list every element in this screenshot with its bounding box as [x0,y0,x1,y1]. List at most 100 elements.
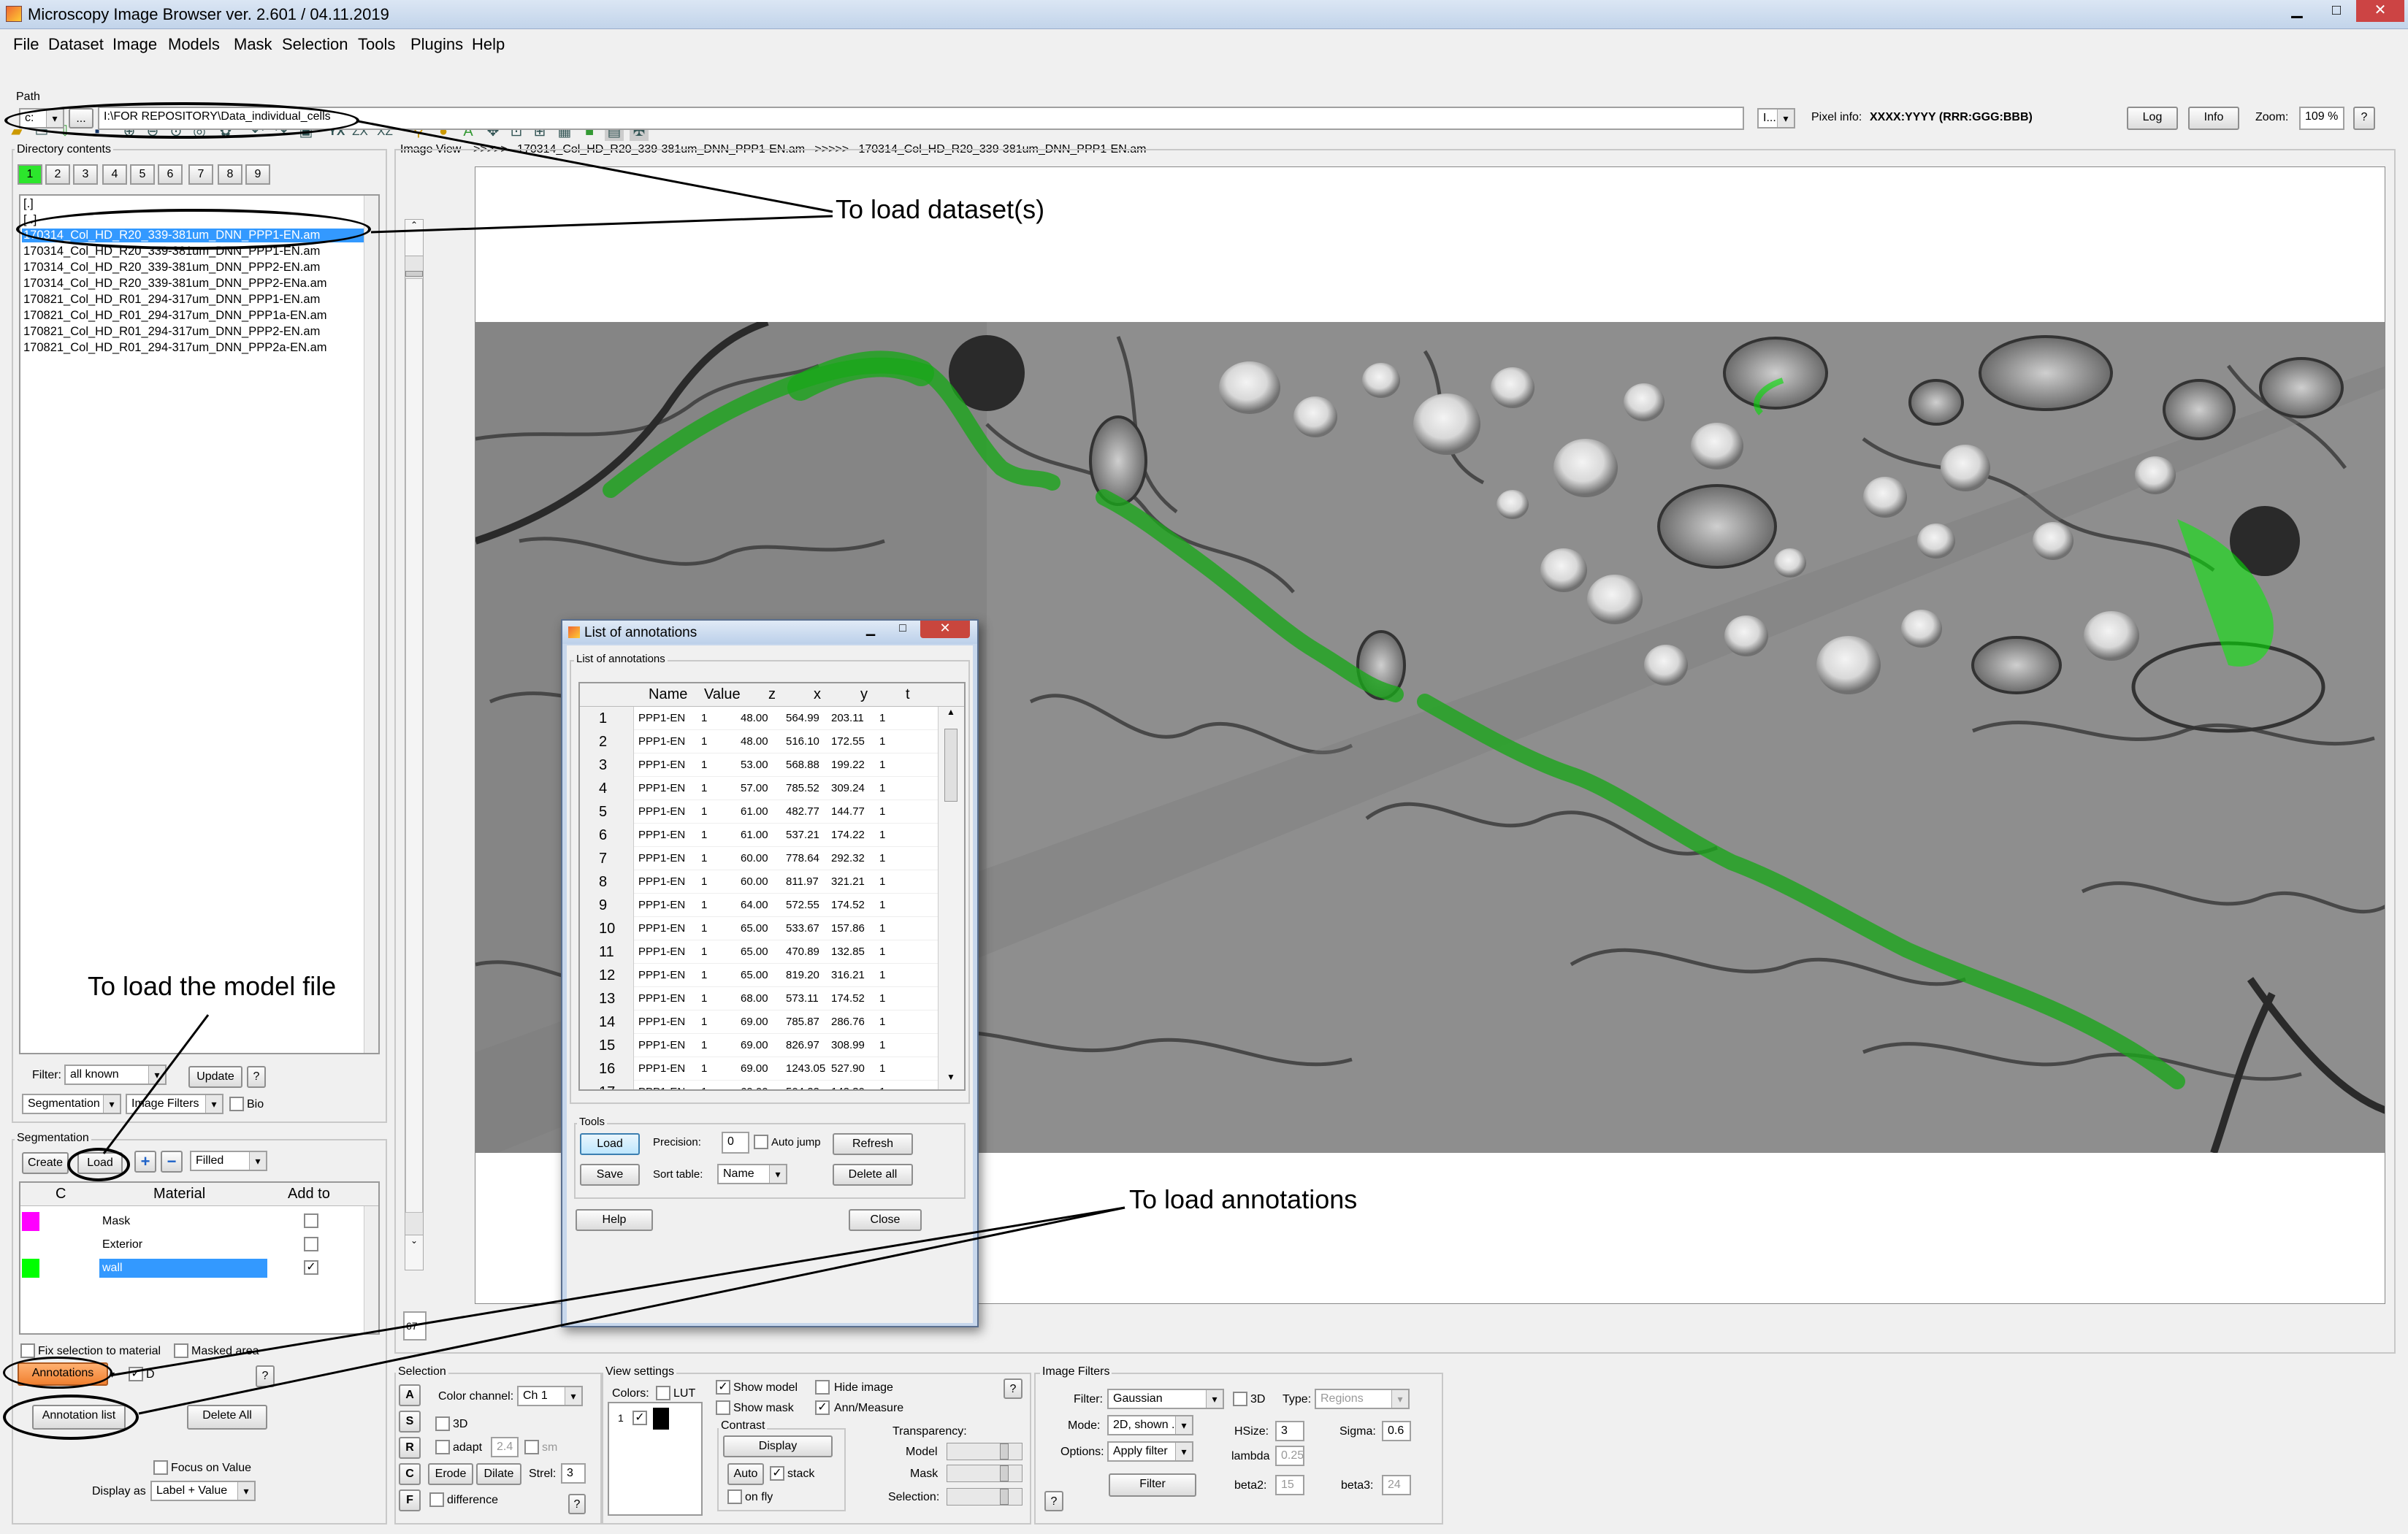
annotation-row[interactable]: 17 PPP1-EN 1 69.00 504.22 142.30 1 [580,1081,938,1089]
display-button[interactable]: Display [723,1435,833,1457]
view-help-button[interactable]: ? [1004,1378,1023,1399]
stack-checkbox[interactable]: ✓ [770,1466,784,1481]
scroll-up-arrow[interactable]: ▲ [939,707,963,723]
precision-input[interactable]: 0 [722,1132,749,1154]
file-list-item[interactable]: 170314_Col_HD_R20_339-381um_DNN_PPP2-ENa… [23,277,327,291]
menu-mask[interactable]: Mask [234,35,272,54]
buffer-button-7[interactable]: 7 [188,164,213,185]
close-window-button[interactable]: ✕ [2356,0,2404,22]
adapt-checkbox[interactable] [435,1440,450,1454]
display-as-select[interactable]: Label + Value [150,1481,256,1501]
annotation-row[interactable]: 3 PPP1-EN 1 53.00 568.88 199.22 1 [580,753,938,777]
annotation-row[interactable]: 6 PPP1-EN 1 61.00 537.21 174.22 1 [580,824,938,847]
selection-r-button[interactable]: R [399,1437,421,1459]
selection-transparency-slider[interactable] [947,1488,1023,1506]
annotation-row[interactable]: 11 PPP1-EN 1 65.00 470.89 132.85 1 [580,940,938,964]
menu-plugins[interactable]: Plugins [410,35,463,54]
menu-dataset[interactable]: Dataset [48,35,104,54]
menu-file[interactable]: File [13,35,39,54]
filter-type-select[interactable]: Gaussian [1107,1389,1224,1409]
dilate-button[interactable]: Dilate [476,1463,521,1485]
image-filters-panel-select[interactable]: Image Filters [126,1094,223,1114]
file-list-item[interactable]: 170821_Col_HD_R01_294-317um_DNN_PPP1a-EN… [23,309,327,323]
selection-transparency-thumb[interactable] [1000,1489,1009,1505]
beta3-input[interactable]: 24 [1382,1475,1411,1495]
color-channel-select[interactable]: Ch 1 [517,1386,583,1406]
d-checkbox[interactable]: ✓ [129,1367,143,1381]
annotation-row[interactable]: 4 PPP1-EN 1 57.00 785.52 309.24 1 [580,777,938,800]
units-select[interactable]: I... [1757,108,1795,129]
selection-a-button[interactable]: A [399,1384,421,1406]
beta2-input[interactable]: 15 [1275,1475,1304,1495]
dir-help-button[interactable]: ? [247,1066,266,1088]
selection-s-button[interactable]: S [399,1411,421,1433]
material-color-swatch[interactable] [22,1259,39,1278]
selection-3d-checkbox[interactable] [435,1416,450,1431]
slice-slider-up[interactable]: ⌃ [405,220,423,256]
scroll-thumb[interactable] [944,729,958,802]
annotation-row[interactable]: 8 PPP1-EN 1 60.00 811.97 321.21 1 [580,870,938,894]
annotation-row[interactable]: 5 PPP1-EN 1 61.00 482.77 144.77 1 [580,800,938,824]
buffer-button-2[interactable]: 2 [45,164,70,185]
selection-help-button[interactable]: ? [568,1494,586,1514]
save-annotations-button[interactable]: Save [580,1164,640,1186]
dialog-help-button[interactable]: Help [576,1209,653,1231]
slice-slider-track[interactable] [405,278,423,1213]
model-transparency-slider[interactable] [947,1443,1023,1460]
slice-number-input[interactable]: 67 [403,1311,427,1341]
add-to-checkbox[interactable] [304,1237,318,1251]
add-to-checkbox-checked[interactable]: ✓ [304,1260,318,1275]
bio-checkbox[interactable] [229,1097,244,1111]
auto-jump-checkbox[interactable] [754,1135,768,1149]
channels-table[interactable]: 1 ✓ [608,1402,703,1516]
materials-scrollbar[interactable] [364,1206,378,1333]
menu-image[interactable]: Image [112,35,157,54]
file-list-item[interactable]: [.] [23,197,34,211]
material-color-swatch[interactable] [22,1212,39,1231]
erode-button[interactable]: Erode [428,1463,473,1485]
mode-select[interactable]: 2D, shown ... [1107,1415,1193,1435]
selection-c-button[interactable]: C [399,1463,421,1485]
sort-table-select[interactable]: Name [717,1164,787,1184]
annotation-row[interactable]: 15 PPP1-EN 1 69.00 826.97 308.99 1 [580,1034,938,1057]
file-list-item[interactable]: 170314_Col_HD_R20_339-381um_DNN_PPP2-EN.… [23,261,320,275]
channel-visible-checkbox[interactable]: ✓ [632,1411,647,1425]
annotation-row[interactable]: 12 PPP1-EN 1 65.00 819.20 316.21 1 [580,964,938,987]
dialog-close-button[interactable]: ✕ [920,621,970,638]
buffer-button-9[interactable]: 9 [245,164,270,185]
filter-3d-checkbox[interactable] [1233,1392,1247,1406]
on-fly-checkbox[interactable] [727,1489,742,1504]
dialog-close-action-button[interactable]: Close [849,1209,922,1231]
add-material-button[interactable]: + [134,1151,156,1173]
lut-checkbox[interactable] [656,1386,670,1400]
remove-material-button[interactable]: − [161,1151,183,1173]
annotation-row[interactable]: 9 PPP1-EN 1 64.00 572.55 174.52 1 [580,894,938,917]
material-row-selected[interactable]: wall ✓ [20,1257,364,1279]
dialog-maximize-button[interactable]: □ [887,622,919,638]
options-select[interactable]: Apply filter [1107,1441,1193,1462]
hide-image-checkbox[interactable] [815,1380,830,1395]
lambda-input[interactable]: 0.25 [1275,1446,1304,1466]
focus-value-checkbox[interactable] [153,1460,168,1475]
annotation-row[interactable]: 16 PPP1-EN 1 69.00 1243.05 527.90 1 [580,1057,938,1081]
minimize-button[interactable]: ▁ [2277,0,2317,22]
buffer-button-3[interactable]: 3 [73,164,98,185]
masked-area-checkbox[interactable] [174,1343,188,1358]
filter-apply-button[interactable]: Filter [1109,1473,1196,1497]
filter-select[interactable]: all known [64,1065,167,1085]
file-list-item[interactable]: 170821_Col_HD_R01_294-317um_DNN_PPP2-EN.… [23,325,320,339]
auto-button[interactable]: Auto [727,1463,764,1485]
buffer-button-8[interactable]: 8 [218,164,242,185]
fill-mode-select[interactable]: Filled [190,1151,267,1171]
channel-color-swatch[interactable] [653,1408,669,1430]
annotation-row[interactable]: 7 PPP1-EN 1 60.00 778.64 292.32 1 [580,847,938,870]
file-list[interactable]: [.] [..] 170314_Col_HD_R20_339-381um_DNN… [19,194,380,1054]
buffer-button-6[interactable]: 6 [158,164,183,185]
path-help-button[interactable]: ? [2353,107,2375,130]
annotation-row[interactable]: 13 PPP1-EN 1 68.00 573.11 174.52 1 [580,987,938,1010]
sm-checkbox[interactable] [524,1440,539,1454]
log-button[interactable]: Log [2127,107,2178,130]
strel-input[interactable]: 3 [561,1463,586,1484]
show-mask-checkbox[interactable] [716,1400,730,1415]
create-button[interactable]: Create [22,1152,69,1174]
